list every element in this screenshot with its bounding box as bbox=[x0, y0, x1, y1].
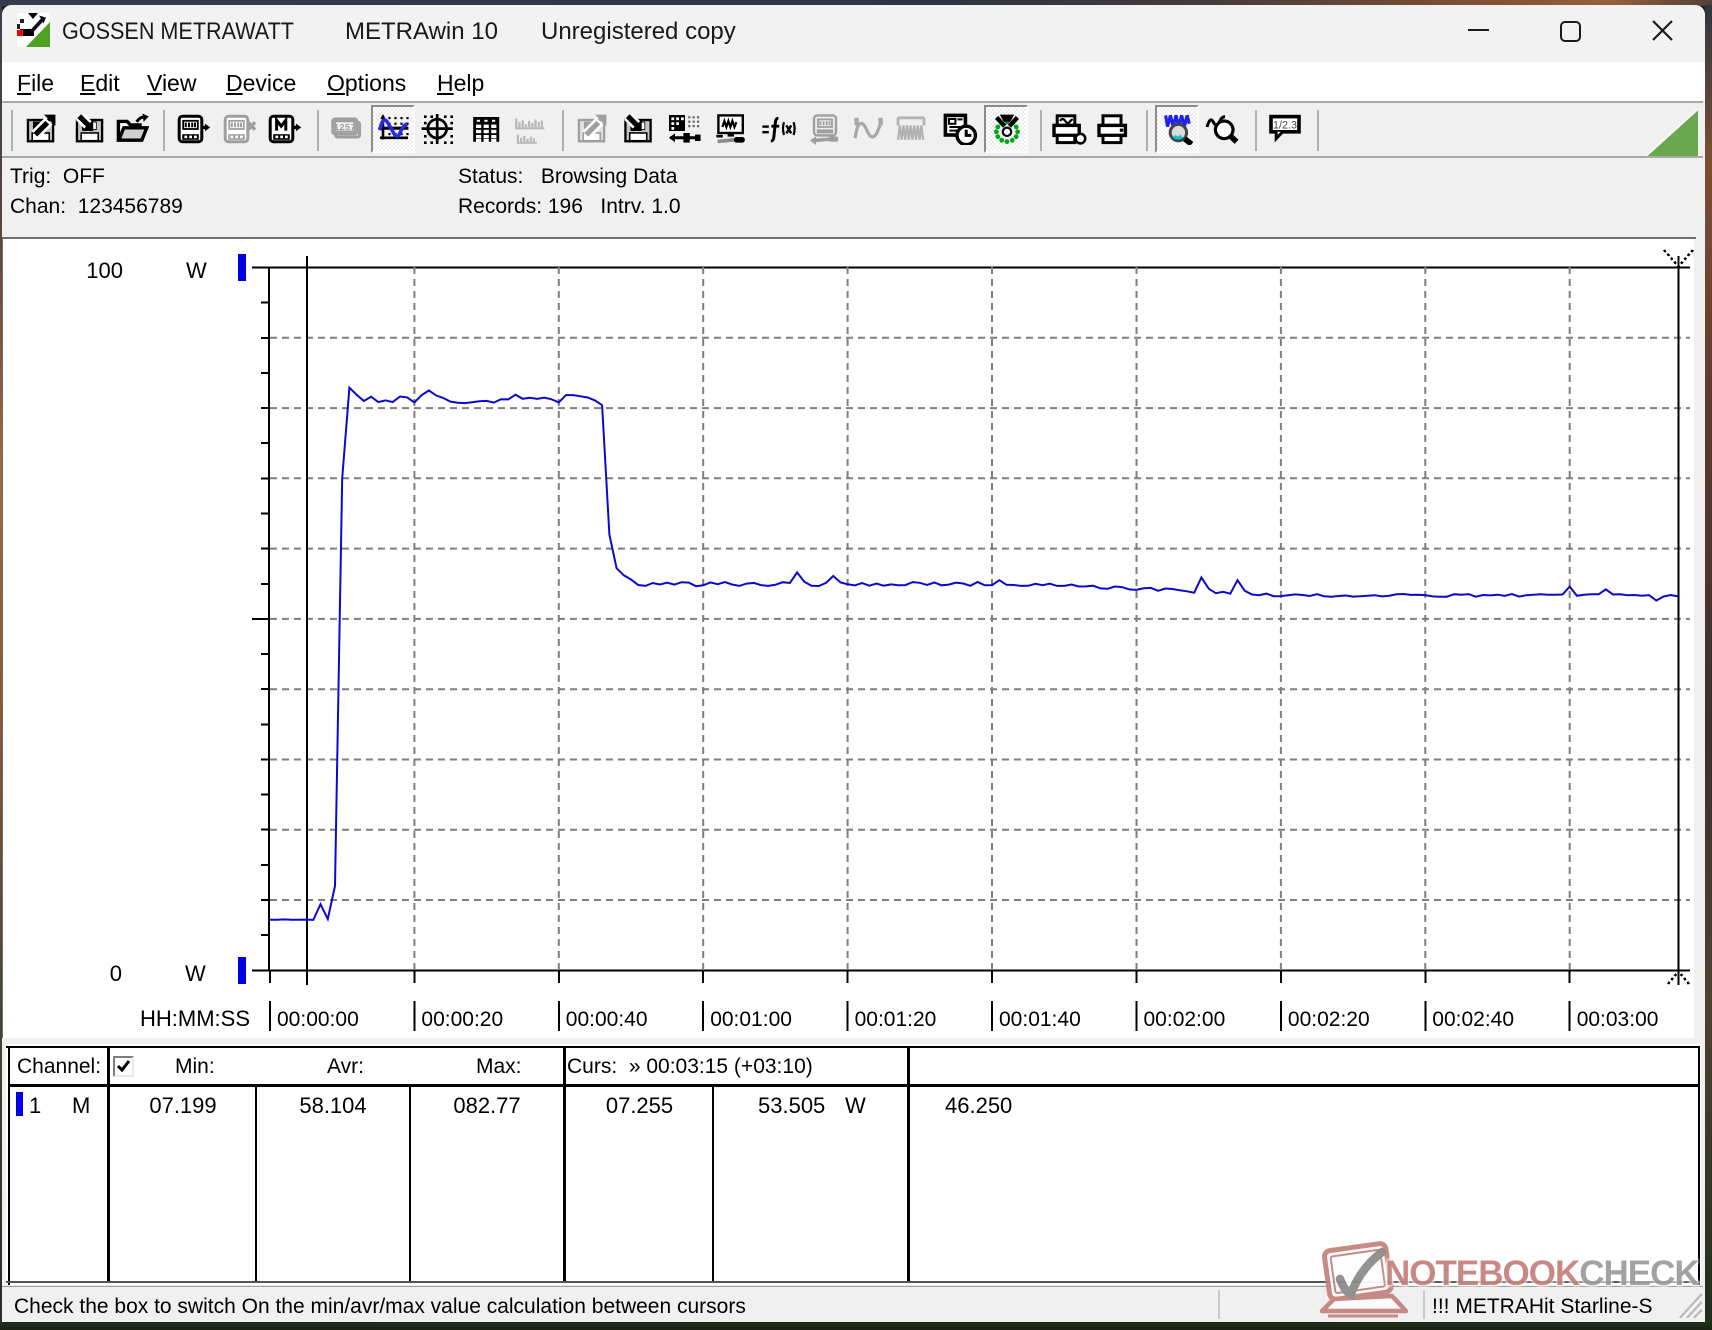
svg-text:00:01:20: 00:01:20 bbox=[855, 1008, 937, 1031]
svg-text:W: W bbox=[186, 258, 207, 283]
svg-text:100: 100 bbox=[86, 258, 123, 283]
svg-text:00:02:40: 00:02:40 bbox=[1432, 1008, 1514, 1031]
svg-text:HH:MM:SS: HH:MM:SS bbox=[140, 1006, 250, 1031]
svg-text:00:02:00: 00:02:00 bbox=[1144, 1008, 1226, 1031]
svg-text:W: W bbox=[185, 961, 206, 986]
svg-text:00:01:40: 00:01:40 bbox=[999, 1008, 1081, 1031]
svg-text:00:03:00: 00:03:00 bbox=[1577, 1008, 1659, 1031]
svg-text:0: 0 bbox=[110, 961, 122, 986]
svg-text:00:00:00: 00:00:00 bbox=[277, 1008, 359, 1031]
svg-text:00:02:20: 00:02:20 bbox=[1288, 1008, 1370, 1031]
svg-text:00:00:40: 00:00:40 bbox=[566, 1008, 648, 1031]
svg-text:00:00:20: 00:00:20 bbox=[421, 1008, 503, 1031]
svg-text:00:01:00: 00:01:00 bbox=[710, 1008, 792, 1031]
